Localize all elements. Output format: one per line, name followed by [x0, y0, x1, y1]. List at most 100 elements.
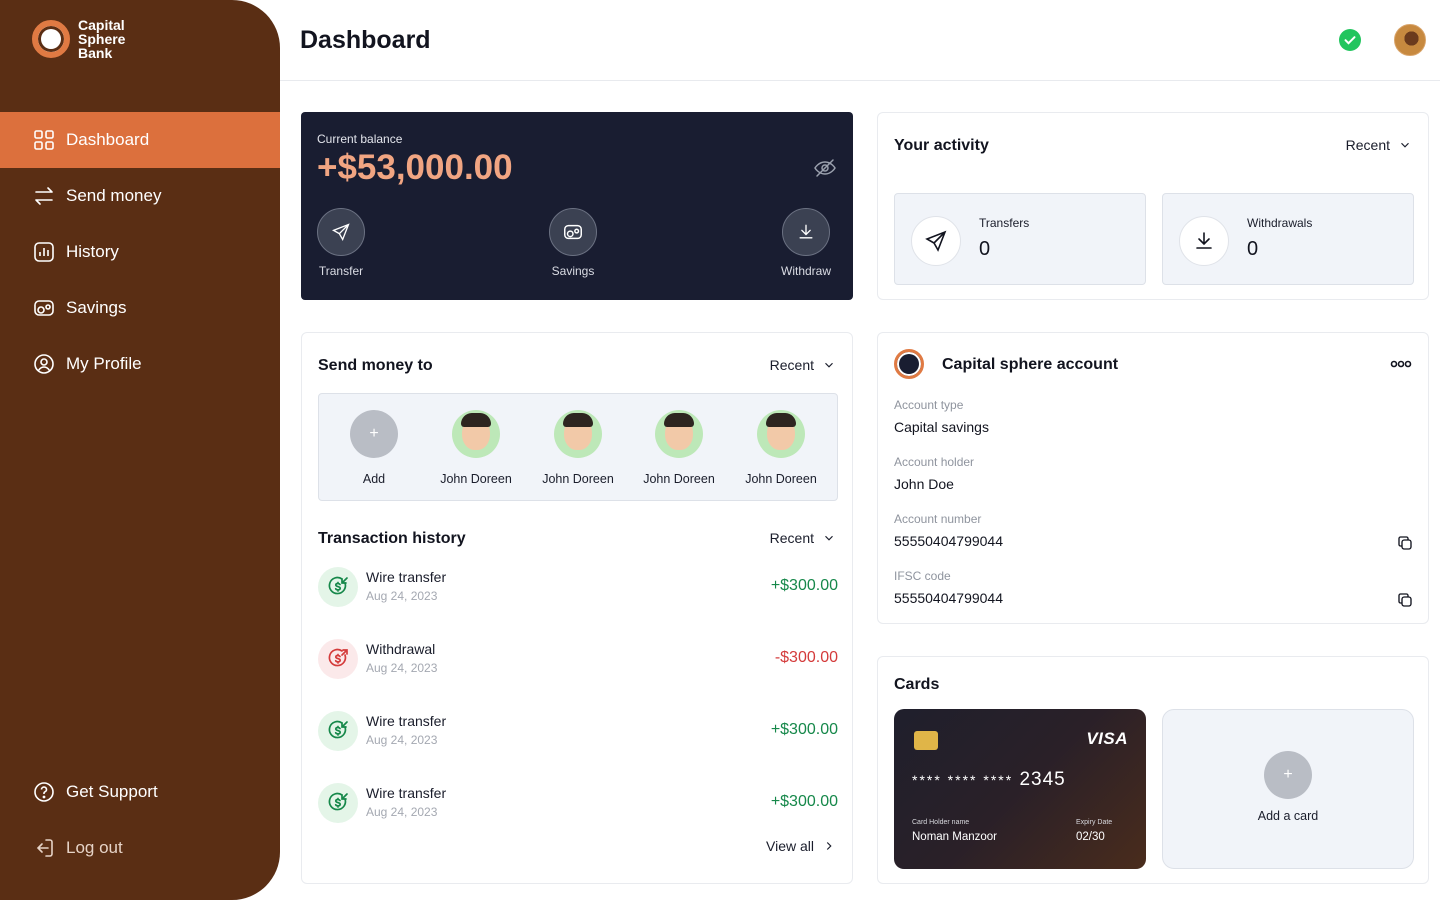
contact-item[interactable]: John Doreen — [533, 410, 623, 486]
nav-item-get-support[interactable]: Get Support — [0, 764, 280, 820]
account-number-value: 55550404799044 — [894, 533, 1004, 549]
contact-item[interactable]: John Doreen — [431, 410, 521, 486]
chevron-down-icon — [825, 535, 833, 541]
card-number: **** **** **** 2345 — [912, 769, 1066, 791]
stat-value: 0 — [979, 238, 991, 260]
activity-filter-dropdown[interactable]: Recent — [1346, 137, 1412, 153]
card-expiry-label: Expiry Date — [1076, 819, 1113, 826]
chevron-down-icon — [1401, 142, 1409, 148]
activity-title: Your activity — [894, 137, 989, 154]
eye-off-icon[interactable] — [813, 156, 837, 180]
transaction-row[interactable]: Wire transfer Aug 24, 2023 +$300.00 — [318, 711, 838, 755]
transaction-name: Withdrawal — [366, 641, 436, 657]
savings-action[interactable]: Savings — [549, 208, 597, 278]
nav-label: History — [66, 242, 119, 261]
contact-label: Add — [362, 472, 386, 486]
help-circle-icon — [34, 782, 54, 802]
contact-item[interactable]: John Doreen — [736, 410, 826, 486]
withdraw-button[interactable] — [782, 208, 830, 256]
contact-item[interactable]: John Doreen — [634, 410, 724, 486]
avatar — [655, 410, 703, 458]
account-number-label: Account number — [894, 512, 982, 526]
nav-label: Get Support — [66, 782, 158, 801]
account-type-label: Account type — [894, 398, 964, 412]
chip-icon — [914, 731, 938, 750]
transfer-button[interactable] — [317, 208, 365, 256]
activity-panel: Your activity Recent Transfers 0 Withdra… — [877, 112, 1429, 300]
transaction-date: Aug 24, 2023 — [366, 733, 438, 747]
balance-card: Current balance +$53,000.00 Transfer Sav… — [301, 112, 853, 300]
send-money-filter-dropdown[interactable]: Recent — [770, 357, 836, 373]
transaction-filter-dropdown[interactable]: Recent — [770, 530, 836, 546]
add-contact-button[interactable]: + Add — [329, 410, 419, 486]
send-icon — [331, 223, 350, 242]
nav-item-history[interactable]: History — [0, 224, 280, 280]
check-icon — [1344, 36, 1356, 45]
savings-button[interactable] — [549, 208, 597, 256]
visa-card[interactable]: VISA **** **** **** 2345 Card Holder nam… — [894, 709, 1146, 869]
page-title: Dashboard — [300, 26, 431, 54]
dropdown-label: Recent — [769, 357, 814, 373]
transaction-row[interactable]: Wire transfer Aug 24, 2023 +$300.00 — [318, 567, 838, 611]
nav-label: Log out — [66, 838, 123, 857]
visa-logo: VISA — [1086, 729, 1128, 748]
brand-logo[interactable]: Capital Sphere Bank — [32, 18, 125, 60]
contact-name: John Doreen — [440, 472, 512, 486]
transaction-history-title: Transaction history — [318, 530, 466, 547]
brand-line-3: Bank — [78, 45, 113, 61]
nav-item-my-profile[interactable]: My Profile — [0, 336, 280, 392]
ifsc-code-label: IFSC code — [894, 569, 951, 583]
savings-label: Savings — [551, 264, 595, 278]
more-options-icon[interactable] — [1390, 359, 1412, 369]
brand-line-2: Sphere — [78, 31, 126, 47]
transaction-row[interactable]: Withdrawal Aug 24, 2023 -$300.00 — [318, 639, 838, 683]
brand-line-1: Capital — [78, 17, 125, 33]
piggy-bank-icon — [564, 224, 582, 240]
grid-icon — [34, 130, 54, 150]
avatar[interactable] — [1394, 24, 1426, 56]
nav-item-send-money[interactable]: Send money — [0, 168, 280, 224]
card-holder-label: Card Holder name — [912, 819, 970, 826]
cards-panel: Cards VISA **** **** **** 2345 Card Hold… — [877, 656, 1429, 884]
account-holder-label: Account holder — [894, 455, 975, 469]
account-panel: Capital sphere account Account type Capi… — [877, 332, 1429, 624]
plus-icon: + — [350, 410, 398, 458]
withdraw-action[interactable]: Withdraw — [781, 208, 831, 278]
nav-item-log-out[interactable]: Log out — [0, 820, 280, 876]
top-header: Dashboard — [280, 0, 1440, 81]
transfers-stat: Transfers 0 — [894, 193, 1146, 285]
transaction-row[interactable]: Wire transfer Aug 24, 2023 +$300.00 — [318, 783, 838, 827]
transaction-amount: +$300.00 — [770, 721, 838, 738]
card-holder-name: Noman Manzoor — [912, 831, 998, 843]
transaction-date: Aug 24, 2023 — [366, 805, 438, 819]
incoming-money-icon — [318, 711, 358, 751]
nav-label: Send money — [66, 186, 162, 205]
copy-icon[interactable] — [1396, 534, 1414, 552]
ifsc-code-value: 55550404799044 — [894, 590, 1004, 606]
view-all-link[interactable]: View all — [766, 838, 836, 854]
transfer-action[interactable]: Transfer — [317, 208, 365, 278]
nav-item-dashboard[interactable]: Dashboard — [0, 112, 280, 168]
transaction-amount: +$300.00 — [770, 577, 838, 594]
stat-value: 0 — [1247, 238, 1259, 260]
cards-title: Cards — [894, 676, 940, 693]
download-icon — [1179, 216, 1229, 266]
nav-item-savings[interactable]: Savings — [0, 280, 280, 336]
stat-label: Withdrawals — [1247, 216, 1313, 230]
bar-chart-icon — [34, 242, 54, 262]
balance-label: Current balance — [317, 132, 403, 146]
send-icon — [911, 216, 961, 266]
brand-name: Capital Sphere Bank — [78, 18, 125, 60]
add-card-button[interactable]: + Add a card — [1162, 709, 1414, 869]
card-number-masked: **** **** **** — [912, 772, 1014, 788]
contact-name: John Doreen — [643, 472, 715, 486]
transaction-name: Wire transfer — [366, 569, 447, 585]
transaction-date: Aug 24, 2023 — [366, 589, 438, 603]
verified-check-icon[interactable] — [1339, 29, 1361, 51]
swap-arrows-icon — [35, 187, 53, 205]
dropdown-label: Recent — [1345, 137, 1390, 153]
card-expiry-date: 02/30 — [1076, 831, 1105, 843]
copy-icon[interactable] — [1396, 591, 1414, 609]
view-all-label: View all — [766, 838, 814, 854]
contact-name: John Doreen — [542, 472, 614, 486]
